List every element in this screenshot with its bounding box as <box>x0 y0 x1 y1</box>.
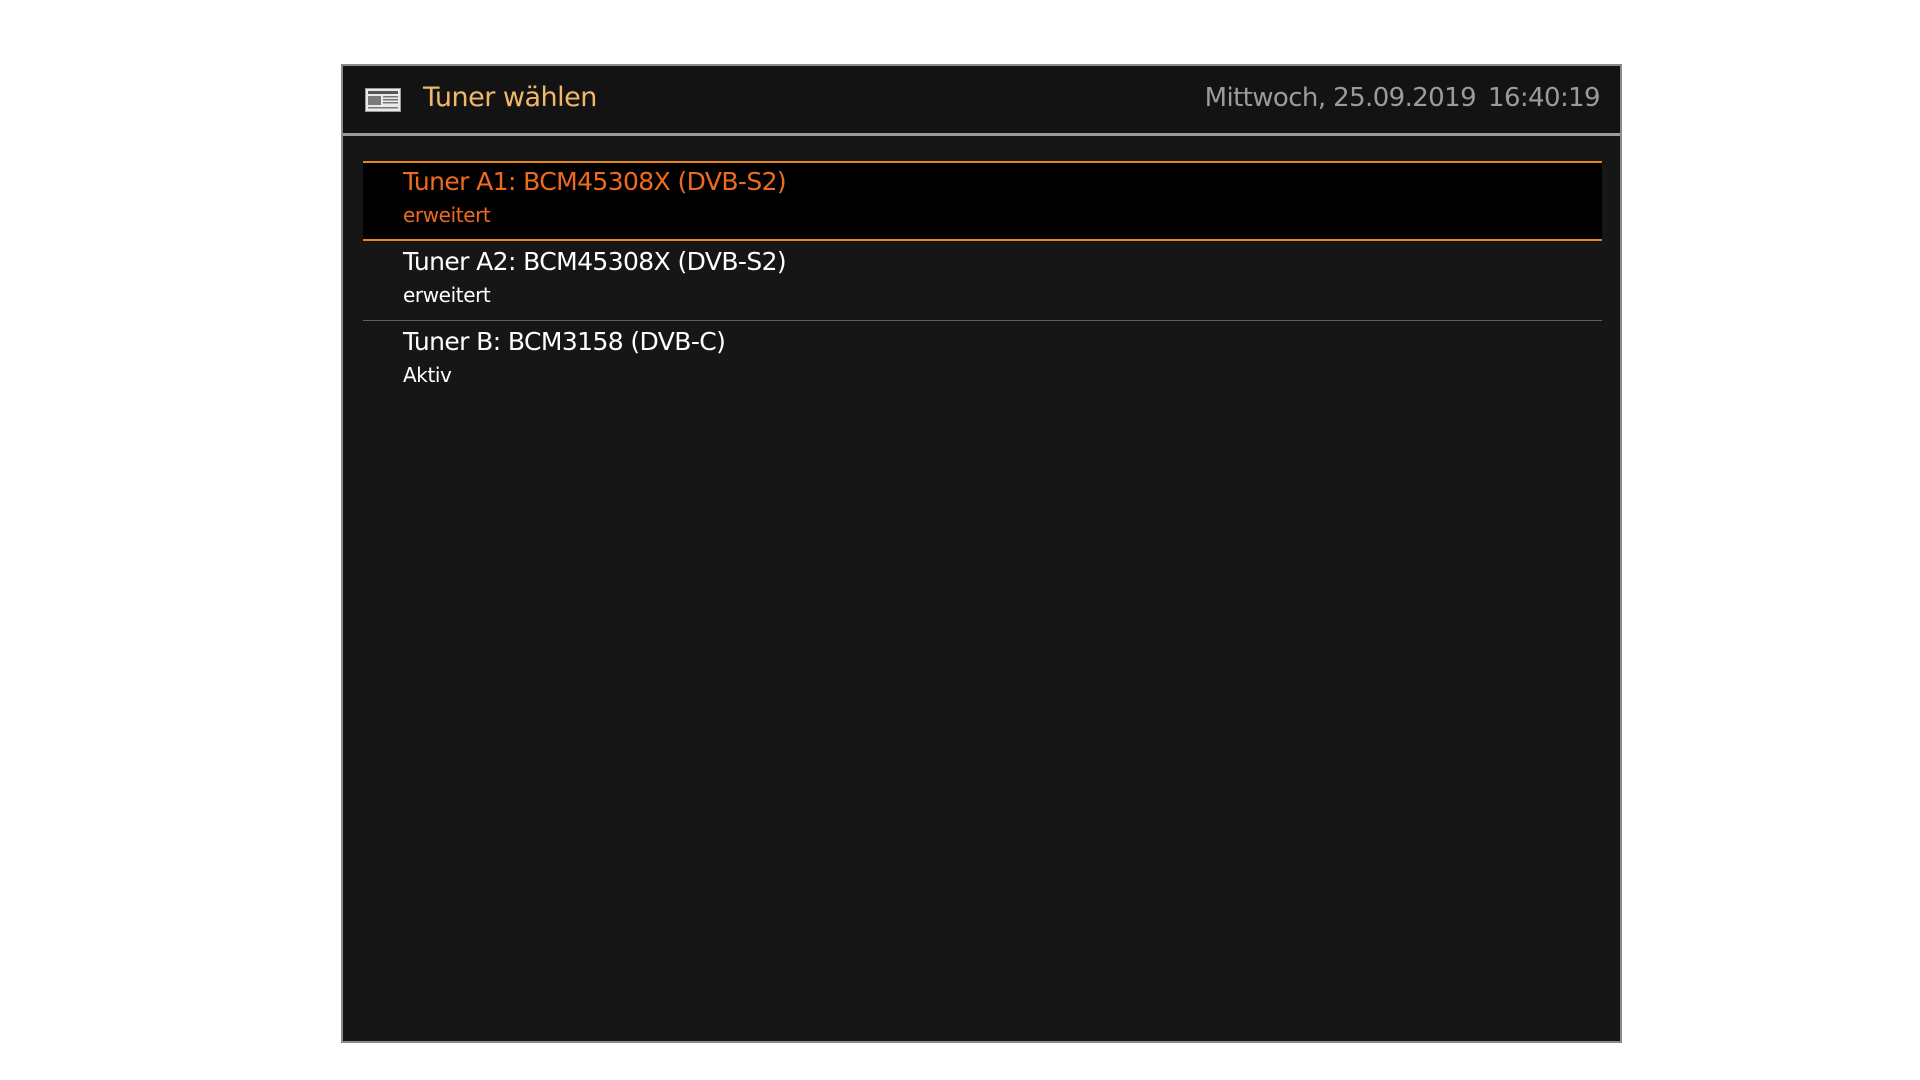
tuner-name: Tuner A2: BCM45308X (DVB-S2) <box>403 247 787 276</box>
clock-date: Mittwoch, 25.09.2019 <box>1204 83 1477 113</box>
tuner-list-item[interactable]: Tuner A2: BCM45308X (DVB-S2) erweitert <box>363 241 1602 321</box>
tuner-select-window: Tuner wählen Mittwoch, 25.09.2019 16:40:1… <box>341 64 1622 1043</box>
tuner-list: Tuner A1: BCM45308X (DVB-S2) erweitert T… <box>363 161 1602 401</box>
tuner-list-item[interactable]: Tuner A1: BCM45308X (DVB-S2) erweitert <box>363 161 1602 241</box>
clock: Mittwoch, 25.09.2019 16:40:19 <box>1204 80 1601 116</box>
title-bar: Tuner wählen Mittwoch, 25.09.2019 16:40:1… <box>343 66 1620 136</box>
tuner-list-item[interactable]: Tuner B: BCM3158 (DVB-C) Aktiv <box>363 321 1602 401</box>
clock-time: 16:40:19 <box>1488 83 1601 113</box>
page-title: Tuner wählen <box>423 82 597 113</box>
tuner-status: erweitert <box>403 203 491 227</box>
tuner-name: Tuner B: BCM3158 (DVB-C) <box>403 327 726 356</box>
tuner-status: Aktiv <box>403 363 452 387</box>
tuner-name: Tuner A1: BCM45308X (DVB-S2) <box>403 167 787 196</box>
tuner-status: erweitert <box>403 283 491 307</box>
newspaper-icon <box>365 88 401 112</box>
